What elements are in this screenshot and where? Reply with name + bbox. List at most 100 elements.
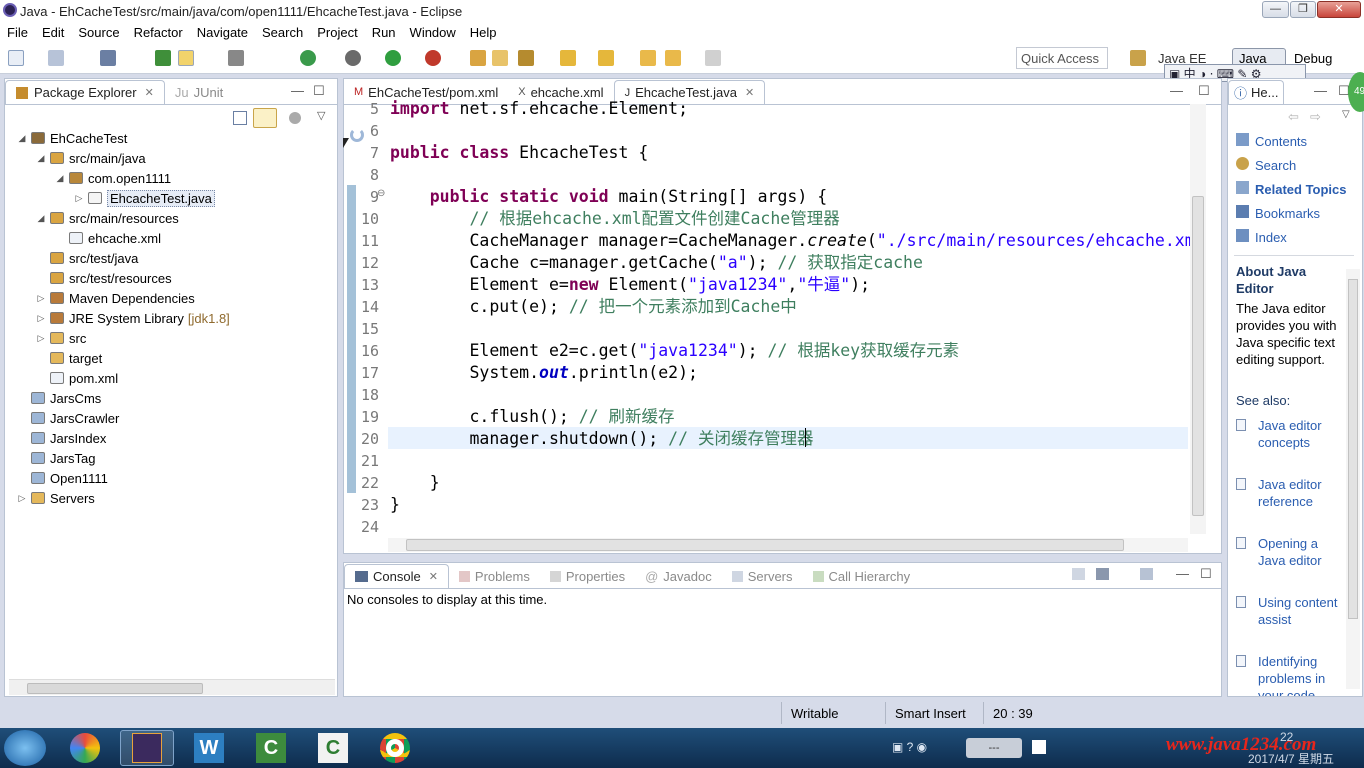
- help-scrollbar[interactable]: [1346, 269, 1360, 689]
- code-line[interactable]: CacheManager manager=CacheManager.create…: [390, 230, 1190, 252]
- debug-icon[interactable]: [155, 50, 171, 66]
- expand-toggle-icon[interactable]: ◢: [36, 153, 46, 164]
- tree-item[interactable]: ▷ JRE System Library [jdk1.8]: [36, 308, 230, 328]
- menu-refactor[interactable]: Refactor: [127, 25, 190, 40]
- tree-item[interactable]: pom.xml: [36, 368, 118, 388]
- help-index-link[interactable]: Index: [1236, 229, 1287, 245]
- next-annotation-icon[interactable]: [560, 50, 576, 66]
- quick-access-input[interactable]: Quick Access: [1016, 47, 1108, 69]
- new-icon[interactable]: [8, 50, 24, 66]
- editor-horizontal-scrollbar[interactable]: [388, 538, 1188, 552]
- search-icon[interactable]: [518, 50, 534, 66]
- tab-javadoc[interactable]: @ Javadoc: [635, 564, 722, 588]
- menu-search[interactable]: Search: [255, 25, 310, 40]
- print-icon[interactable]: [100, 50, 116, 66]
- scroll-thumb[interactable]: [406, 539, 1124, 551]
- taskbar-app-360[interactable]: [58, 730, 112, 766]
- open-console-icon[interactable]: [1140, 568, 1153, 580]
- tree-item[interactable]: ◢ com.open1111: [55, 168, 172, 188]
- close-tab-icon[interactable]: ✕: [145, 86, 154, 99]
- help-menu-icon[interactable]: ▽: [1342, 109, 1350, 120]
- language-bar[interactable]: ---: [966, 738, 1022, 758]
- code-line[interactable]: }: [390, 494, 400, 516]
- code-line[interactable]: public class EhcacheTest {: [390, 142, 648, 164]
- open-folder-icon[interactable]: [492, 50, 508, 66]
- scroll-thumb[interactable]: [27, 683, 203, 694]
- tree-item[interactable]: Open1111: [17, 468, 108, 488]
- tree-item[interactable]: JarsTag: [17, 448, 96, 468]
- tab-console[interactable]: Console ✕: [344, 564, 449, 588]
- tree-item[interactable]: ehcache.xml: [55, 228, 161, 248]
- expand-toggle-icon[interactable]: ▷: [36, 333, 46, 344]
- code-line[interactable]: System.out.println(e2);: [390, 362, 698, 384]
- maximize-button[interactable]: ❐: [1290, 1, 1316, 18]
- help-bookmarks-link[interactable]: Bookmarks: [1236, 205, 1320, 221]
- tab-help[interactable]: ⓘ He...: [1228, 80, 1285, 104]
- tree-item[interactable]: JarsCms: [17, 388, 101, 408]
- see-also-link[interactable]: Java editor reference: [1236, 476, 1340, 510]
- expand-toggle-icon[interactable]: ▷: [74, 193, 84, 204]
- taskbar-app-camtasia-recorder[interactable]: C: [306, 730, 360, 766]
- maximize-view-icon[interactable]: ☐: [1200, 566, 1212, 582]
- tree-item[interactable]: ▷ src: [36, 328, 87, 348]
- minimize-view-icon[interactable]: —: [1314, 83, 1327, 98]
- code-line[interactable]: public static void main(String[] args) {: [390, 186, 827, 208]
- tree-item[interactable]: src/test/java: [36, 248, 138, 268]
- focus-icon[interactable]: [289, 112, 301, 124]
- forward-arrow-icon[interactable]: ⇨: [1310, 109, 1321, 125]
- code-line[interactable]: Cache c=manager.getCache("a"); // 获取指定ca…: [390, 252, 922, 274]
- tray-icons[interactable]: ▣ ? ◉: [892, 740, 942, 756]
- minimize-view-icon[interactable]: —: [1170, 83, 1183, 98]
- external-tools-icon[interactable]: [425, 50, 441, 66]
- tab-call-hierarchy[interactable]: Call Hierarchy: [803, 564, 921, 588]
- previous-annotation-icon[interactable]: [598, 50, 614, 66]
- tab-junit[interactable]: Ju JUnit: [165, 80, 233, 104]
- tree-item[interactable]: ▷ Maven Dependencies: [36, 288, 195, 308]
- code-line[interactable]: c.put(e); // 把一个元素添加到Cache中: [390, 296, 796, 318]
- forward-icon[interactable]: [665, 50, 681, 66]
- code-line[interactable]: Element e=new Element("java1234","牛逼");: [390, 274, 870, 296]
- menu-run[interactable]: Run: [365, 25, 403, 40]
- see-also-link[interactable]: Using content assist: [1236, 594, 1340, 628]
- open-type-icon[interactable]: [470, 50, 486, 66]
- see-also-link[interactable]: Java editor concepts: [1236, 417, 1340, 451]
- display-console-icon[interactable]: [1096, 568, 1109, 580]
- save-icon[interactable]: [48, 50, 64, 66]
- tree-item[interactable]: ▷ EhcacheTest.java: [74, 188, 215, 208]
- back-arrow-icon[interactable]: ⇦: [1288, 109, 1299, 125]
- help-related-topics-link[interactable]: Related Topics: [1236, 181, 1347, 197]
- forward-disabled-icon[interactable]: [705, 50, 721, 66]
- minimize-view-icon[interactable]: —: [1176, 566, 1189, 581]
- menu-project[interactable]: Project: [310, 25, 364, 40]
- tab-servers[interactable]: Servers: [722, 564, 803, 588]
- expand-toggle-icon[interactable]: ◢: [36, 213, 46, 224]
- scroll-thumb[interactable]: [1348, 279, 1358, 619]
- mark-occurrences-icon[interactable]: [178, 50, 194, 66]
- tree-item[interactable]: src/test/resources: [36, 268, 172, 288]
- settings-gear-icon[interactable]: [345, 50, 361, 66]
- view-menu-icon[interactable]: ▽: [317, 109, 325, 122]
- taskbar-app-word[interactable]: W: [182, 730, 236, 766]
- see-also-link[interactable]: Identifying problems in your code: [1236, 653, 1340, 696]
- tab-package-explorer[interactable]: Package Explorer ✕: [5, 80, 165, 104]
- tree-item[interactable]: ▷ Servers: [17, 488, 95, 508]
- menu-file[interactable]: File: [0, 25, 35, 40]
- scroll-thumb[interactable]: [1192, 196, 1204, 516]
- pin-console-icon[interactable]: [1072, 568, 1085, 580]
- tree-item[interactable]: ◢ src/main/resources: [36, 208, 179, 228]
- menu-navigate[interactable]: Navigate: [190, 25, 255, 40]
- tab-properties[interactable]: Properties: [540, 564, 635, 588]
- code-line[interactable]: // 根据ehcache.xml配置文件创建Cache管理器: [390, 208, 839, 230]
- refresh-icon[interactable]: [300, 50, 316, 66]
- open-perspective-icon[interactable]: [1130, 50, 1146, 66]
- minimize-view-icon[interactable]: —: [291, 83, 304, 98]
- start-button[interactable]: [4, 730, 46, 766]
- code-line[interactable]: }: [390, 472, 440, 494]
- expand-toggle-icon[interactable]: ▷: [36, 293, 46, 304]
- menu-source[interactable]: Source: [71, 25, 126, 40]
- build-icon[interactable]: [228, 50, 244, 66]
- close-tab-icon[interactable]: ✕: [429, 570, 438, 583]
- expand-toggle-icon[interactable]: ▷: [36, 313, 46, 324]
- vertical-scrollbar[interactable]: [1190, 104, 1206, 534]
- code-line[interactable]: import net.sf.ehcache.Element;: [390, 98, 688, 120]
